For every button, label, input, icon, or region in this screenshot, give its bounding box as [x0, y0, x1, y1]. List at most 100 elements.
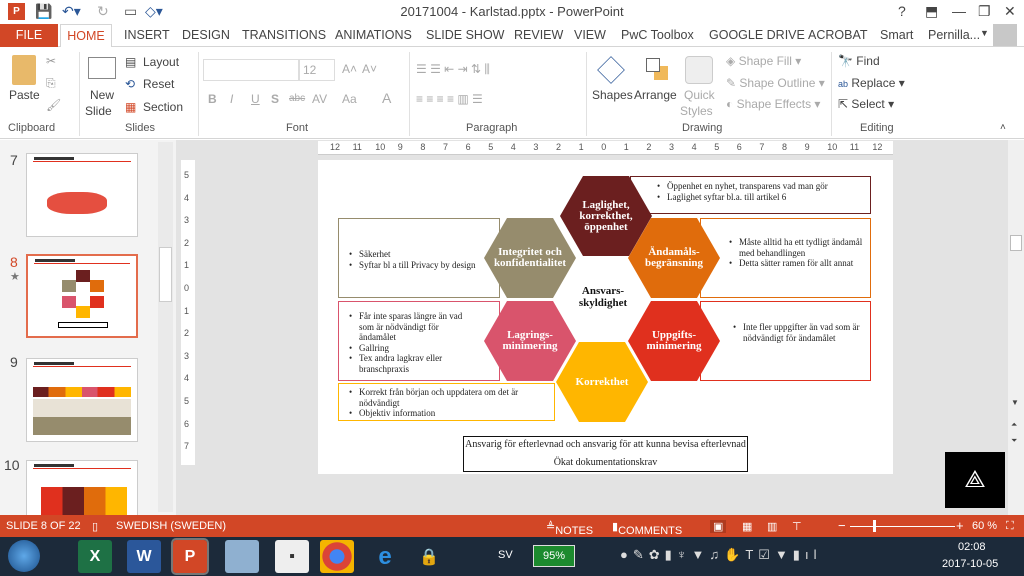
tab-pwc-toolbox[interactable]: PwC Toolbox — [621, 28, 694, 42]
previous-slide-icon[interactable]: ⏶ — [1011, 420, 1017, 430]
italic-button[interactable]: I — [230, 92, 233, 106]
shapes-button[interactable]: Shapes — [592, 88, 633, 102]
bullets-icon[interactable]: ☰ ☰ ⇤ ⇥ ⇅ ⫼ — [416, 62, 490, 77]
zoom-slider-thumb[interactable] — [873, 520, 876, 532]
font-size-input[interactable]: 12 — [299, 59, 335, 81]
text-box-lagring[interactable]: Får inte sparas längre än vad som är nöd… — [338, 301, 500, 381]
comments-button[interactable]: ▮ COMMENTS — [612, 520, 682, 537]
clock-time[interactable]: 02:08 — [958, 541, 986, 553]
tab-slide-show[interactable]: SLIDE SHOW — [426, 28, 505, 42]
slide-thumbnail-9[interactable] — [26, 358, 138, 442]
excel-icon[interactable]: X — [78, 540, 112, 573]
notes-button[interactable]: ≜ NOTES — [546, 520, 593, 537]
language-bar[interactable]: SV — [498, 549, 513, 561]
replace-button[interactable]: ab Replace ▾ — [838, 76, 905, 90]
avatar[interactable] — [993, 24, 1017, 46]
system-tray-icons[interactable]: ●✎✿▮♆▼♫✋T☑▼▮ıl — [620, 547, 821, 563]
scrollbar-thumb[interactable] — [159, 247, 172, 302]
text-box-korrekthet[interactable]: Korrekt från början och uppdatera om det… — [338, 383, 555, 421]
tab-acrobat[interactable]: ACROBAT — [808, 28, 868, 42]
bottom-text-box[interactable]: Ansvarig för efterlevnad och ansvarig fö… — [463, 436, 748, 472]
quick-styles-label[interactable]: Styles — [680, 104, 713, 118]
start-slideshow-icon[interactable]: ▭ — [124, 3, 137, 20]
help-button[interactable]: ? — [898, 3, 906, 19]
strikethrough-button[interactable]: abc — [289, 93, 305, 104]
slide-sorter-icon[interactable]: ▦ — [742, 520, 752, 533]
tab-file[interactable]: FILE — [0, 24, 58, 47]
overlay-logo-icon[interactable]: ⟁ — [945, 452, 1005, 508]
slide-thumbnail-7[interactable] — [26, 153, 138, 237]
user-dropdown-icon[interactable]: ▼ — [980, 28, 989, 38]
vertical-scrollbar[interactable]: ▼ ⏶ ⏷ — [1008, 140, 1024, 515]
tab-design[interactable]: DESIGN — [182, 28, 230, 42]
tab-transitions[interactable]: TRANSITIONS — [242, 28, 326, 42]
minimize-button[interactable]: — — [952, 3, 966, 19]
language-indicator[interactable]: SWEDISH (SWEDEN) — [116, 520, 226, 532]
text-box-laglighet[interactable]: Öppenhet en nyhet, transparens vad man g… — [630, 176, 871, 214]
powerpoint-icon[interactable]: P — [171, 538, 209, 575]
user-name[interactable]: Pernilla... — [928, 28, 980, 42]
format-painter-icon[interactable]: 🖌 — [46, 98, 61, 112]
zoom-out-button[interactable]: − — [838, 518, 846, 533]
text-box-uppgift[interactable]: Inte fler uppgifter än vad som är nödvän… — [700, 301, 871, 381]
quick-styles-icon[interactable] — [685, 56, 713, 84]
zoom-in-button[interactable]: + — [956, 518, 964, 533]
chrome-icon[interactable] — [320, 540, 354, 573]
arrange-button[interactable]: Arrange — [634, 88, 677, 102]
close-button[interactable]: ✕ — [1004, 3, 1016, 20]
reading-view-icon[interactable]: ▥ — [767, 520, 777, 533]
char-spacing-button[interactable]: AV — [312, 92, 327, 106]
slideshow-view-icon[interactable]: ⊤ — [792, 520, 802, 533]
save-icon[interactable]: 💾 — [35, 3, 52, 20]
align-icons[interactable]: ≡ ≡ ≡ ≡ ▥ ☰ — [416, 92, 483, 106]
redo-icon[interactable]: ↻ — [97, 3, 109, 20]
restore-button[interactable]: ❐ — [978, 3, 991, 20]
zoom-slider[interactable] — [850, 526, 955, 527]
thumbnail-scrollbar[interactable] — [158, 142, 173, 512]
fit-to-window-icon[interactable]: ⛶ — [1006, 520, 1014, 533]
paste-icon[interactable] — [12, 55, 36, 85]
spelling-icon[interactable]: ▯ — [92, 520, 98, 533]
shape-fill-button[interactable]: ◈ Shape Fill ▾ — [726, 54, 801, 68]
reset-button[interactable]: Reset — [143, 77, 174, 91]
new-slide-label[interactable]: Slide — [85, 104, 112, 118]
scroll-down-icon[interactable]: ▼ — [1011, 398, 1019, 407]
tab-insert[interactable]: INSERT — [124, 28, 170, 42]
calculator-icon[interactable] — [225, 540, 259, 573]
grow-font-icon[interactable]: A˄ — [342, 62, 357, 76]
hexagon-korrekthet[interactable]: Korrekthet — [556, 342, 648, 422]
layout-button[interactable]: Layout — [143, 55, 179, 69]
tab-smart[interactable]: Smart — [880, 28, 913, 42]
undo-icon[interactable]: ↶▾ — [62, 3, 81, 20]
scrollbar-thumb[interactable] — [1010, 235, 1022, 251]
copy-icon[interactable]: ⎘ — [46, 76, 56, 91]
bold-button[interactable]: B — [208, 92, 217, 106]
font-color-button[interactable]: A — [382, 90, 391, 106]
slide-thumbnail-8[interactable] — [26, 254, 138, 338]
cut-icon[interactable]: ✂ — [46, 54, 56, 68]
internet-explorer-icon[interactable]: e — [368, 540, 402, 573]
start-button[interactable] — [8, 540, 40, 572]
paste-button[interactable]: Paste — [9, 88, 40, 102]
new-slide-button[interactable]: New — [90, 88, 114, 102]
shadow-button[interactable]: S — [271, 92, 279, 106]
text-box-andamal[interactable]: Måste alltid ha ett tydligt ändamål med … — [700, 218, 871, 298]
ribbon-display-button[interactable]: ⬒ — [925, 3, 938, 20]
collapse-ribbon-icon[interactable]: ˄ — [1000, 122, 1006, 133]
change-case-button[interactable]: Aa — [342, 92, 357, 106]
slide-canvas[interactable]: Öppenhet en nyhet, transparens vad man g… — [318, 160, 893, 474]
tab-animations[interactable]: ANIMATIONS — [335, 28, 412, 42]
text-box-integritet[interactable]: SäkerhetSyftar bl a till Privacy by desi… — [338, 218, 500, 298]
tab-home[interactable]: HOME — [60, 24, 112, 48]
clock-date[interactable]: 2017-10-05 — [942, 558, 998, 570]
lock-icon[interactable]: 🔒 — [412, 540, 446, 573]
quick-styles-button[interactable]: Quick — [684, 88, 715, 102]
tab-google-drive[interactable]: GOOGLE DRIVE — [709, 28, 805, 42]
find-button[interactable]: 🔭 Find — [838, 54, 880, 68]
word-icon[interactable]: W — [127, 540, 161, 573]
tab-view[interactable]: VIEW — [574, 28, 606, 42]
network-icon[interactable]: ▪ — [275, 540, 309, 573]
shrink-font-icon[interactable]: A˅ — [362, 62, 377, 76]
shapes-quick-icon[interactable]: ◇▾ — [145, 3, 163, 20]
new-slide-icon[interactable] — [88, 57, 116, 79]
